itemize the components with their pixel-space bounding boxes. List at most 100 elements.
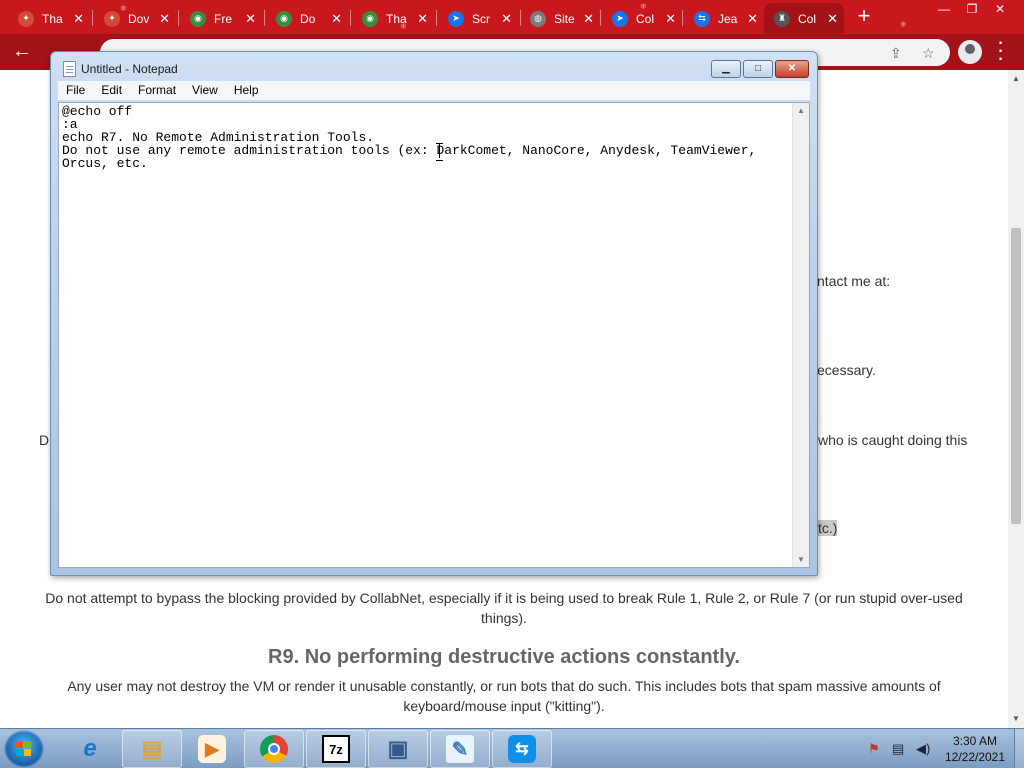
start-button[interactable] [4, 730, 44, 768]
scroll-down-arrow-icon[interactable]: ▼ [1012, 714, 1020, 723]
taskbar-7zip[interactable]: 7z [306, 730, 366, 768]
tab-title: Scr [472, 11, 490, 26]
snowflake-decoration: ❄ [900, 20, 907, 29]
internet-explorer-icon: e [83, 735, 97, 762]
close-button[interactable]: ✕ [986, 0, 1014, 18]
menu-view[interactable]: View [184, 81, 226, 100]
page-text-fragment-highlighted: tc.) [818, 520, 838, 536]
browser-tab[interactable]: ◉ Fre ✕ [180, 3, 262, 34]
tab-title: Do [300, 11, 316, 26]
network-icon[interactable]: ▤ [892, 741, 904, 757]
taskbar-notepad[interactable]: ✎ [430, 730, 490, 768]
tab-separator [92, 10, 93, 26]
restore-button[interactable]: ❐ [958, 0, 986, 18]
windows-taskbar: e ▤ ▶ 7z ▣ ✎ ⇆ ⚑ ▤ ◀) 3:30 AM 12/22/2021 [0, 728, 1024, 768]
browser-tab-active[interactable]: ♜ Col ✕ [764, 3, 844, 34]
computer-icon: ▣ [387, 736, 409, 761]
browser-tab[interactable]: ◍ Site ✕ [520, 3, 600, 34]
new-tab-button[interactable]: + [852, 5, 876, 29]
taskbar-network-app[interactable]: ▣ [368, 730, 428, 768]
page-scrollbar[interactable]: ▲ ▼ [1008, 70, 1024, 728]
tab-separator [682, 10, 683, 26]
tab-close-icon[interactable]: ✕ [583, 11, 594, 27]
taskbar-internet-explorer[interactable]: e [60, 730, 120, 768]
tab-title: Fre [214, 11, 232, 26]
tab-favicon-icon: ◍ [530, 10, 546, 27]
tab-favicon-icon: ➤ [448, 10, 464, 27]
tab-title: Site [554, 11, 575, 26]
taskbar-media-player[interactable]: ▶ [182, 730, 242, 768]
clock-time: 3:30 AM [952, 734, 998, 748]
chrome-menu-icon[interactable]: · · · [996, 36, 1006, 68]
window-controls: — ❐ ✕ [930, 0, 1014, 18]
tab-favicon-icon: ✦ [104, 10, 120, 27]
tab-close-icon[interactable]: ✕ [159, 11, 170, 27]
scrollbar-thumb[interactable] [1011, 228, 1021, 524]
notepad-scrollbar[interactable]: ▲ ▼ [792, 103, 809, 567]
rule-r9-body: Any user may not destroy the VM or rende… [67, 678, 941, 714]
tab-title: Tha [42, 11, 63, 26]
tab-favicon-icon: ✦ [18, 10, 34, 27]
tab-close-icon[interactable]: ✕ [747, 11, 758, 27]
teamviewer-icon: ⇆ [508, 735, 536, 763]
action-center-flag-icon[interactable]: ⚑ [868, 741, 880, 757]
notepad-close-button[interactable]: ✕ [775, 60, 809, 78]
taskbar-file-explorer[interactable]: ▤ [122, 730, 182, 768]
browser-tab[interactable]: ⇆ Jea ✕ [684, 3, 764, 34]
rule-r8-body: Do not attempt to bypass the blocking pr… [45, 590, 963, 626]
tab-close-icon[interactable]: ✕ [827, 11, 838, 27]
media-player-icon: ▶ [198, 735, 226, 763]
tab-close-icon[interactable]: ✕ [417, 11, 428, 27]
notepad-editor[interactable]: @echo off :a echo R7. No Remote Administ… [58, 102, 810, 568]
menu-format[interactable]: Format [130, 81, 184, 100]
rule-r9-heading: R9. No performing destructive actions co… [268, 646, 740, 668]
tab-close-icon[interactable]: ✕ [73, 11, 84, 27]
browser-tab[interactable]: ◉ Tha ✕ [352, 3, 434, 34]
minimize-button[interactable]: — [930, 0, 958, 18]
notepad-maximize-button[interactable]: □ [743, 60, 773, 78]
taskbar-teamviewer[interactable]: ⇆ [492, 730, 552, 768]
system-tray: ⚑ ▤ ◀) 3:30 AM 12/22/2021 [862, 729, 1022, 768]
tab-close-icon[interactable]: ✕ [501, 11, 512, 27]
notepad-minimize-button[interactable]: ▁ [711, 60, 741, 78]
taskbar-chrome[interactable] [244, 730, 304, 768]
tab-title: Jea [718, 11, 738, 26]
clock[interactable]: 3:30 AM 12/22/2021 [940, 733, 1010, 765]
7zip-icon: 7z [322, 735, 350, 763]
browser-tab[interactable]: ✦ Tha ✕ [8, 3, 90, 34]
menu-file[interactable]: File [58, 81, 93, 100]
notepad-window: Untitled - Notepad ▁ □ ✕ File Edit Forma… [50, 51, 818, 576]
show-desktop-button[interactable] [1014, 729, 1024, 768]
tab-title: Tha [386, 11, 407, 26]
notepad-title: Untitled - Notepad [81, 62, 178, 76]
browser-tab[interactable]: ◉ Do ✕ [266, 3, 348, 34]
tab-separator [178, 10, 179, 26]
menu-edit[interactable]: Edit [93, 81, 130, 100]
browser-tab[interactable]: ➤ Col ✕ [602, 3, 682, 34]
menu-help[interactable]: Help [226, 81, 267, 100]
page-text-fragment: who is caught doing this [818, 432, 968, 448]
profile-avatar-icon[interactable] [958, 40, 982, 64]
browser-tab[interactable]: ➤ Scr ✕ [438, 3, 518, 34]
tab-favicon-icon: ◉ [362, 10, 378, 27]
notepad-text-content[interactable]: @echo off :a echo R7. No Remote Administ… [62, 105, 790, 565]
browser-tab[interactable]: ✦ Dov ✕ [94, 3, 176, 34]
tab-separator [350, 10, 351, 26]
share-icon[interactable]: ⇪ [890, 45, 902, 62]
tab-separator [264, 10, 265, 26]
tab-close-icon[interactable]: ✕ [245, 11, 256, 27]
page-text-fragment: ntact me at: [817, 273, 891, 289]
scroll-up-arrow-icon[interactable]: ▲ [1012, 74, 1020, 83]
scroll-up-arrow-icon[interactable]: ▲ [797, 106, 805, 115]
notepad-menubar: File Edit Format View Help [58, 81, 810, 100]
clock-date: 12/22/2021 [944, 750, 1006, 764]
notepad-icon: ✎ [446, 735, 474, 763]
back-arrow-icon[interactable]: ← [10, 40, 34, 64]
scroll-down-arrow-icon[interactable]: ▼ [797, 555, 805, 564]
volume-icon[interactable]: ◀) [916, 741, 930, 757]
tab-close-icon[interactable]: ✕ [665, 11, 676, 27]
tab-separator [436, 10, 437, 26]
tab-close-icon[interactable]: ✕ [331, 11, 342, 27]
tab-separator [600, 10, 601, 26]
bookmark-star-icon[interactable]: ☆ [922, 45, 935, 62]
